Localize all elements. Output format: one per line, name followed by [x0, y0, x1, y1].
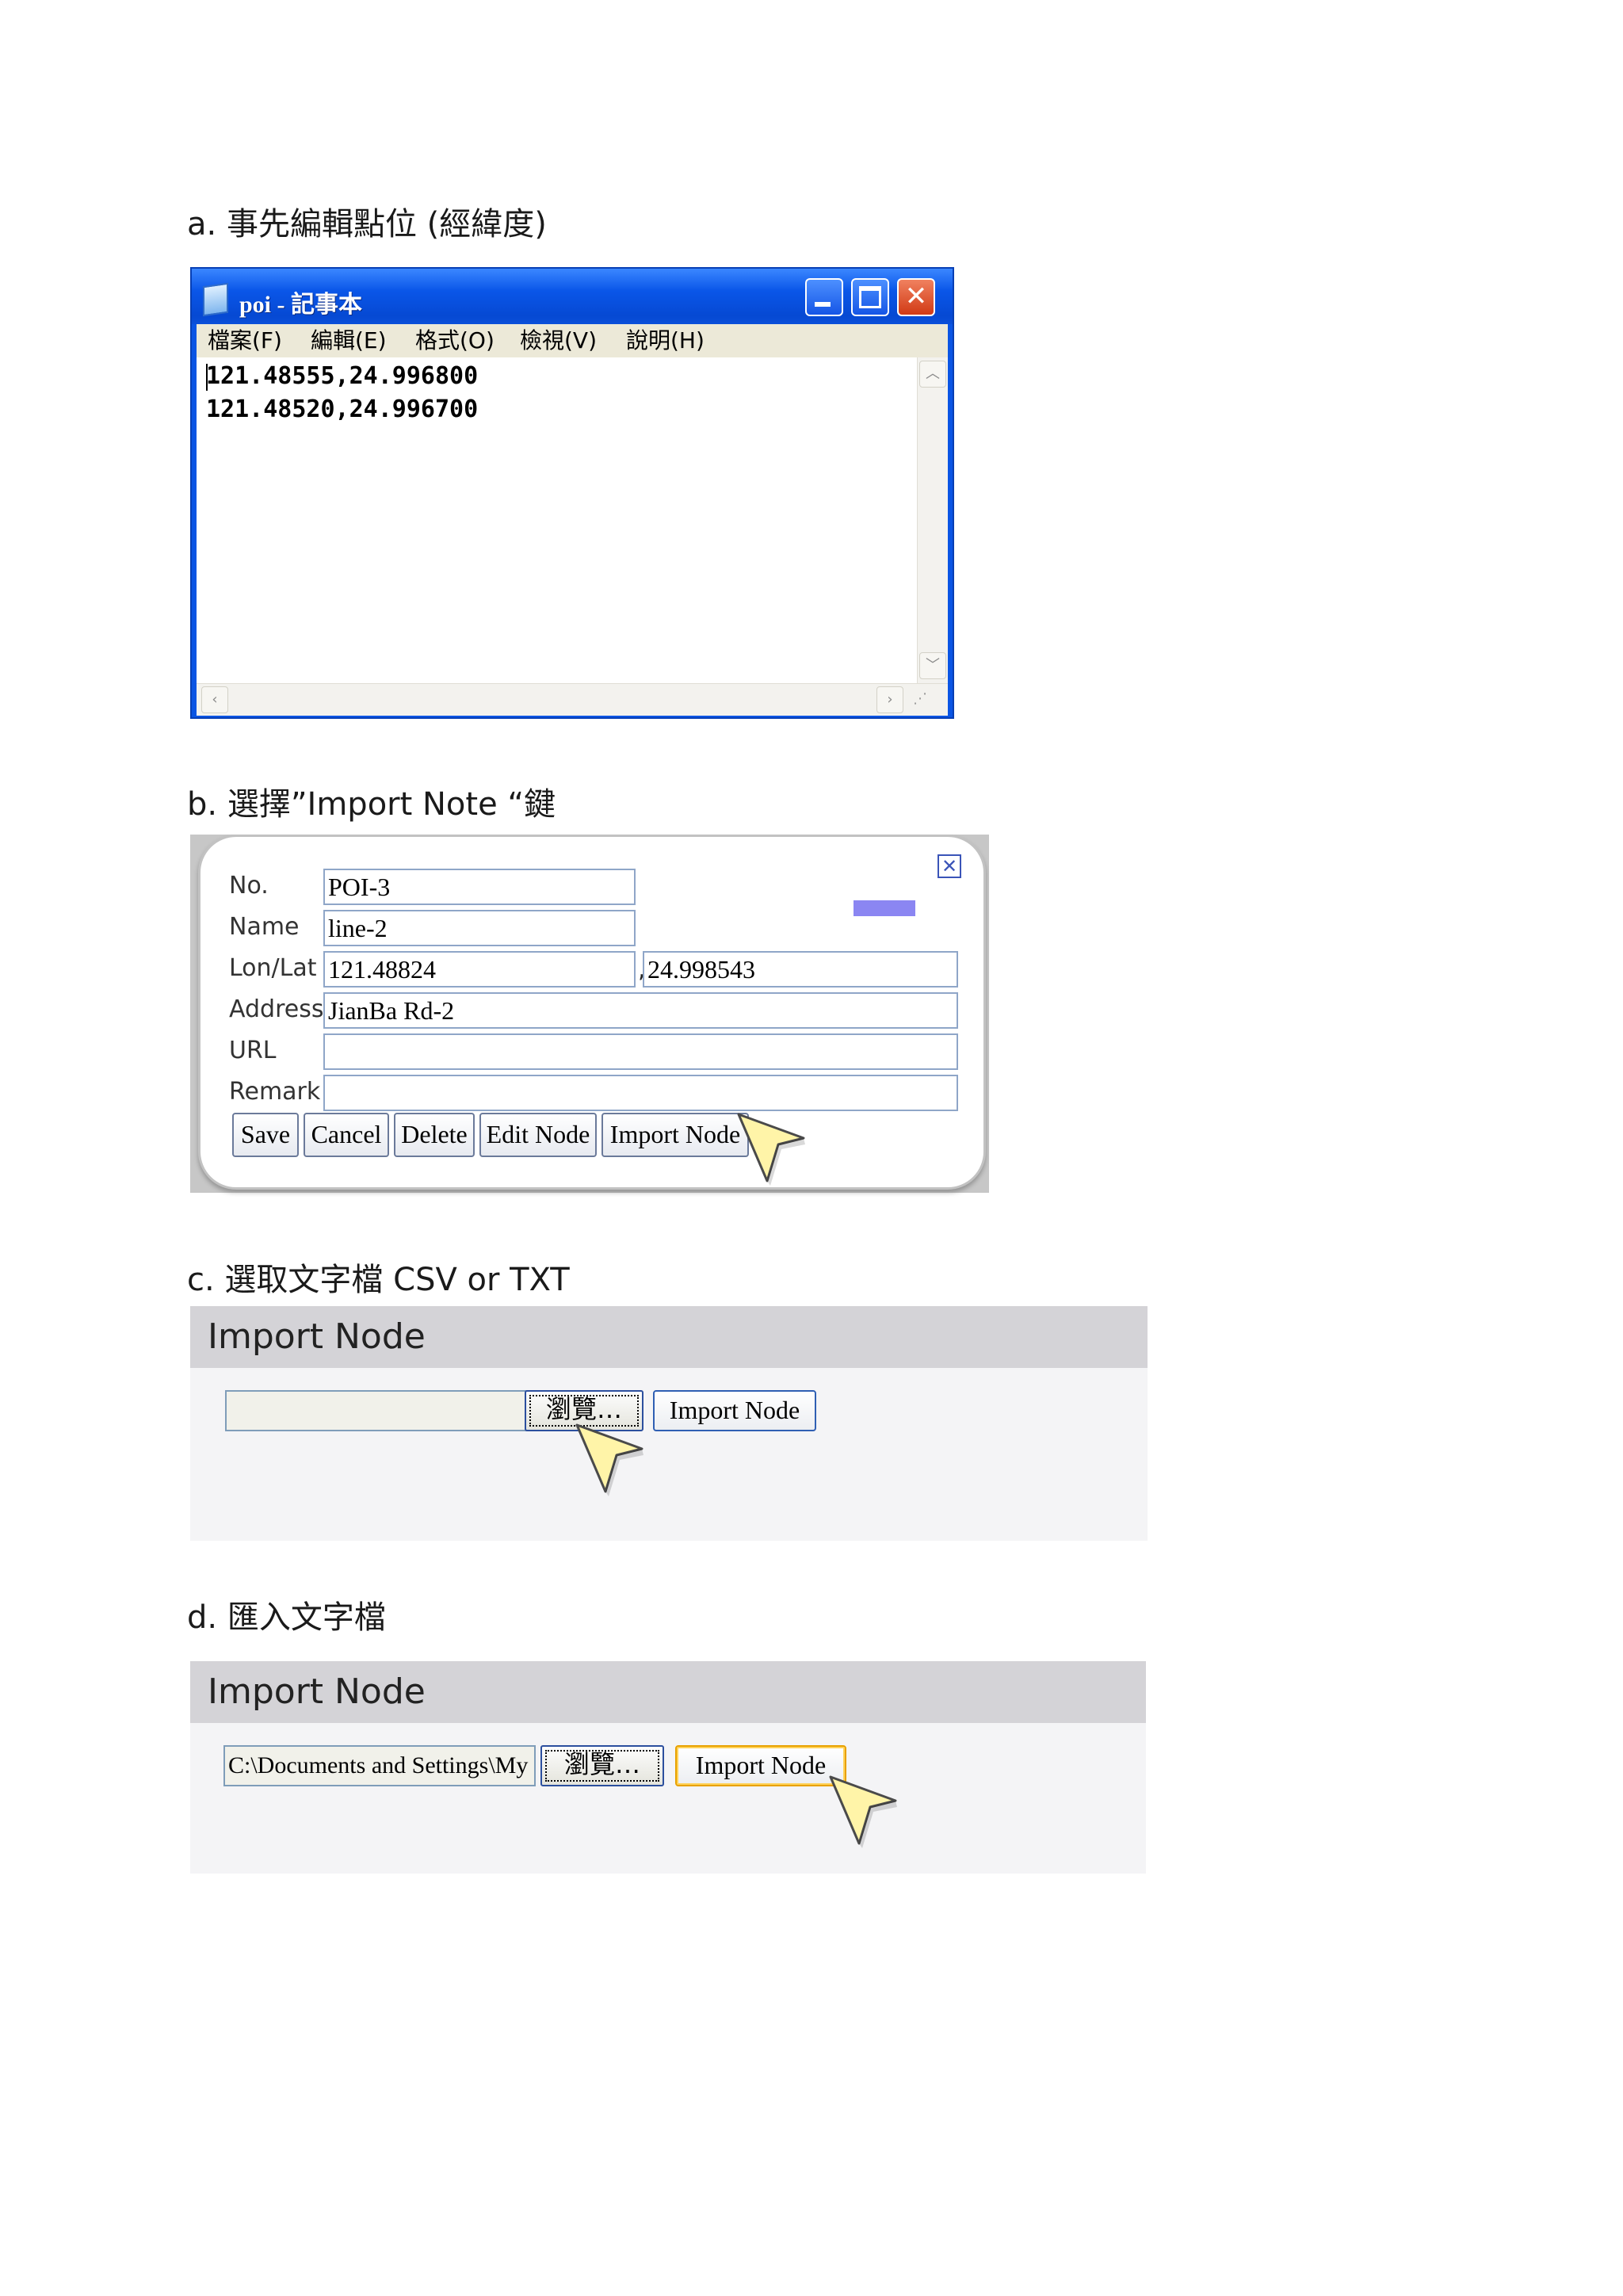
minimize-button[interactable]	[805, 278, 843, 316]
edit-node-button[interactable]: Edit Node	[479, 1113, 597, 1157]
import-panel-c: Import Node 瀏覽… Import Node	[190, 1306, 1148, 1541]
step-b-heading: b. 選擇”Import Note “鍵	[187, 786, 556, 823]
vertical-scrollbar[interactable]: ︿ ﹀	[917, 357, 948, 684]
scroll-right-icon[interactable]: ›	[876, 686, 903, 713]
label-address: Address	[229, 995, 324, 1023]
input-lon[interactable]: 121.48824	[323, 951, 636, 988]
popup-close-icon[interactable]: ✕	[938, 854, 961, 878]
input-address[interactable]: JianBa Rd-2	[323, 992, 958, 1029]
menu-help[interactable]: 說明(H)	[626, 327, 705, 354]
file-path-input[interactable]	[225, 1390, 529, 1431]
import-panel-d: Import Node C:\Documents and Settings\My…	[190, 1661, 1146, 1874]
label-remark: Remark	[229, 1078, 321, 1106]
label-no: No.	[229, 872, 269, 900]
import-node-submit-button[interactable]: Import Node	[675, 1745, 846, 1786]
minimize-icon	[815, 302, 831, 307]
pointer-arrow-icon	[829, 1775, 897, 1848]
scroll-down-icon[interactable]: ﹀	[919, 652, 946, 679]
notepad-app-icon	[203, 282, 228, 317]
save-button[interactable]: Save	[232, 1113, 299, 1157]
menu-file[interactable]: 檔案(F)	[208, 327, 282, 354]
pointer-arrow-icon	[575, 1423, 643, 1496]
import-panel-c-title: Import Node	[208, 1316, 426, 1357]
label-lonlat: Lon/Lat	[229, 954, 317, 982]
label-name: Name	[229, 913, 300, 941]
text-line-2: 121.48520,24.996700	[206, 395, 479, 423]
import-panel-d-header: Import Node	[190, 1661, 1146, 1723]
menu-format[interactable]: 格式(O)	[415, 327, 495, 354]
input-url[interactable]	[323, 1033, 958, 1070]
node-edit-popup: ✕ No. POI-3 Name line-2 Lon/Lat 121.4882…	[198, 835, 986, 1190]
notepad-titlebar[interactable]: poi - 記事本 ✕	[192, 269, 953, 324]
maximize-icon	[859, 286, 881, 308]
text-line-1: 121.48555,24.996800	[206, 362, 479, 390]
step-d-heading: d. 匯入文字檔	[187, 1599, 386, 1636]
accent-bar	[854, 900, 915, 916]
horizontal-scrollbar[interactable]: ‹ › ⋰	[197, 683, 948, 716]
delete-button[interactable]: Delete	[394, 1113, 475, 1157]
scroll-left-icon[interactable]: ‹	[201, 686, 228, 713]
import-node-button[interactable]: Import Node	[601, 1113, 749, 1157]
step-c-heading: c. 選取文字檔 CSV or TXT	[187, 1262, 570, 1298]
cancel-button[interactable]: Cancel	[304, 1113, 389, 1157]
menu-view[interactable]: 檢視(V)	[520, 327, 597, 354]
scroll-up-icon[interactable]: ︿	[919, 361, 946, 388]
label-url: URL	[229, 1037, 277, 1064]
import-panel-c-header: Import Node	[190, 1306, 1148, 1368]
notepad-window: poi - 記事本 ✕ 檔案(F) 編輯(E) 格式(O) 檢視(V) 說明(H…	[190, 267, 954, 719]
step-a-heading: a. 事先編輯點位 (經緯度)	[187, 206, 547, 243]
maximize-button[interactable]	[851, 278, 889, 316]
input-no[interactable]: POI-3	[323, 869, 636, 905]
input-lat[interactable]: 24.998543	[643, 951, 958, 988]
browse-button[interactable]: 瀏覽…	[540, 1745, 664, 1786]
close-button[interactable]: ✕	[897, 278, 935, 316]
file-path-input[interactable]: C:\Documents and Settings\My	[223, 1745, 536, 1786]
menu-edit[interactable]: 編輯(E)	[311, 327, 387, 354]
import-panel-d-title: Import Node	[208, 1671, 426, 1712]
close-icon: ✕	[904, 281, 928, 312]
menubar: 檔案(F) 編輯(E) 格式(O) 檢視(V) 說明(H)	[197, 324, 948, 357]
input-remark[interactable]	[323, 1075, 958, 1111]
pointer-arrow-icon	[737, 1113, 805, 1186]
input-name[interactable]: line-2	[323, 910, 636, 946]
import-node-submit-button[interactable]: Import Node	[653, 1390, 816, 1431]
notepad-text-area[interactable]: 121.48555,24.996800 121.48520,24.996700 …	[197, 357, 948, 716]
resize-grip-icon[interactable]: ⋰	[913, 690, 937, 711]
window-title: poi - 記事本	[239, 292, 363, 318]
